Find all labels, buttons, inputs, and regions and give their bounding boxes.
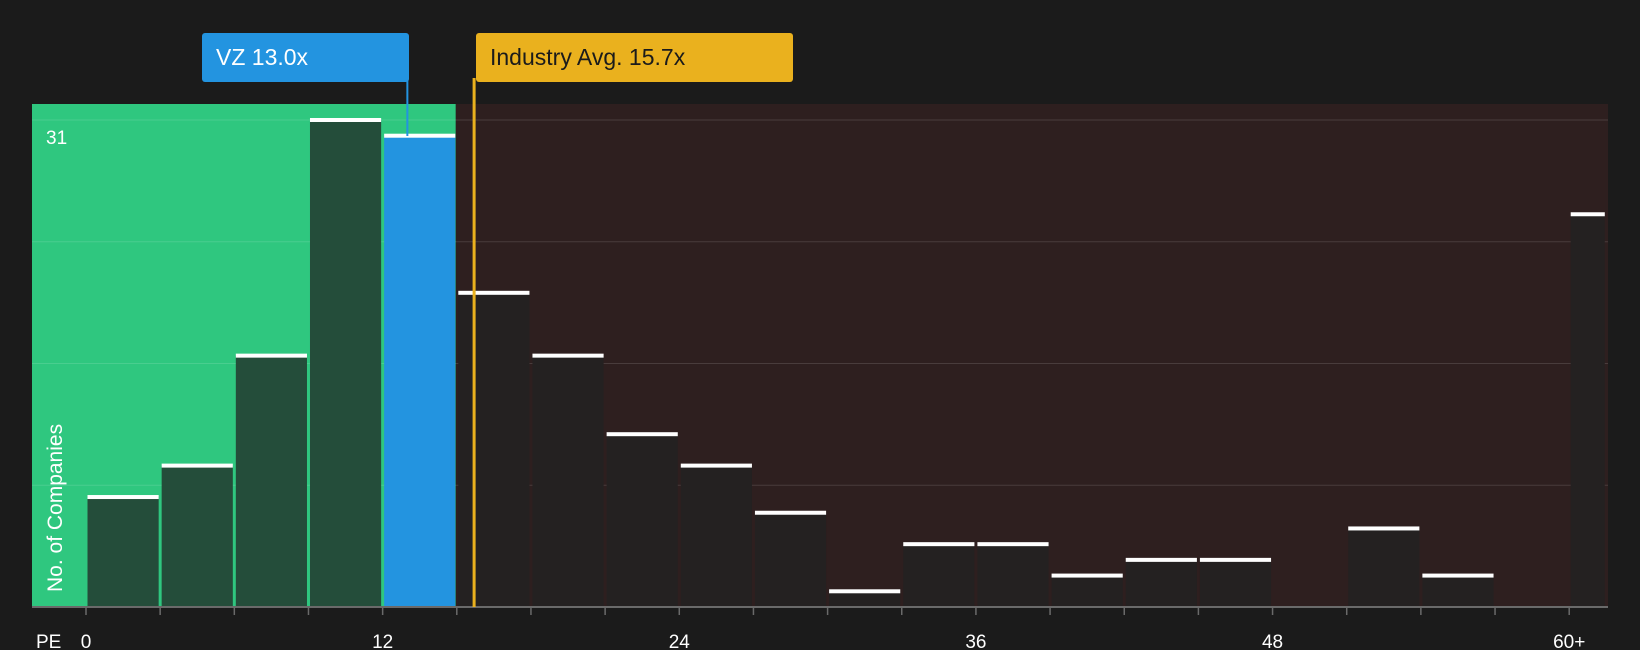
bar-top-cap bbox=[309, 118, 382, 122]
bar-top-cap bbox=[532, 353, 604, 358]
y-max-label: 31 bbox=[46, 128, 67, 149]
bar bbox=[1199, 559, 1272, 607]
bar-top-cap bbox=[1348, 526, 1420, 531]
bar-top-cap bbox=[680, 463, 752, 468]
bar-top-cap bbox=[1570, 212, 1605, 217]
pe-histogram-chart: 31 No. of Companies PE 0 12 24 36 48 60+ bbox=[32, 78, 1608, 650]
x-tick-label: 60+ bbox=[1553, 632, 1585, 650]
bar-top-cap bbox=[1125, 557, 1197, 562]
bar bbox=[309, 120, 382, 607]
bar-top-cap bbox=[458, 290, 530, 295]
bar bbox=[1348, 528, 1420, 607]
bar-top-cap bbox=[754, 510, 827, 515]
bar-top-cap bbox=[384, 133, 456, 138]
x-tick-label: 36 bbox=[965, 632, 986, 650]
bar bbox=[829, 591, 901, 607]
bar bbox=[87, 497, 159, 607]
bar-top-cap bbox=[1051, 573, 1123, 578]
x-tick-labels: 0 12 24 36 48 60+ bbox=[81, 632, 1586, 650]
bar bbox=[532, 355, 604, 607]
bar bbox=[754, 512, 827, 607]
bar-top-cap bbox=[235, 353, 307, 358]
y-axis-label: No. of Companies bbox=[44, 424, 67, 592]
x-tick-marks bbox=[85, 607, 1570, 615]
bar bbox=[1422, 575, 1494, 607]
x-axis-label: PE bbox=[36, 632, 61, 650]
bar-top-cap bbox=[1422, 573, 1494, 578]
bar-top-cap bbox=[977, 542, 1049, 547]
bar bbox=[606, 434, 678, 607]
company-pe-callout: VZ 13.0x bbox=[202, 33, 409, 82]
x-tick-label: 48 bbox=[1262, 632, 1283, 650]
bar-highlight bbox=[384, 135, 456, 608]
bar-top-cap bbox=[606, 432, 678, 437]
bar bbox=[235, 355, 307, 607]
bar-top-cap bbox=[161, 463, 233, 468]
bar-top-cap bbox=[1199, 557, 1272, 562]
bar bbox=[1051, 575, 1123, 607]
bar bbox=[1570, 214, 1605, 608]
bar-top-cap bbox=[87, 495, 159, 500]
bar-top-cap bbox=[829, 589, 901, 594]
x-tick-label: 12 bbox=[372, 632, 393, 650]
bar-top-cap bbox=[903, 542, 975, 547]
bar bbox=[161, 465, 233, 607]
industry-avg-callout: Industry Avg. 15.7x bbox=[476, 33, 793, 82]
x-tick-label: 0 bbox=[81, 632, 92, 650]
bar bbox=[903, 544, 975, 607]
bar bbox=[458, 292, 530, 607]
bar bbox=[1125, 559, 1197, 607]
bar bbox=[977, 544, 1049, 607]
x-tick-label: 24 bbox=[669, 632, 691, 650]
bar bbox=[680, 465, 752, 607]
